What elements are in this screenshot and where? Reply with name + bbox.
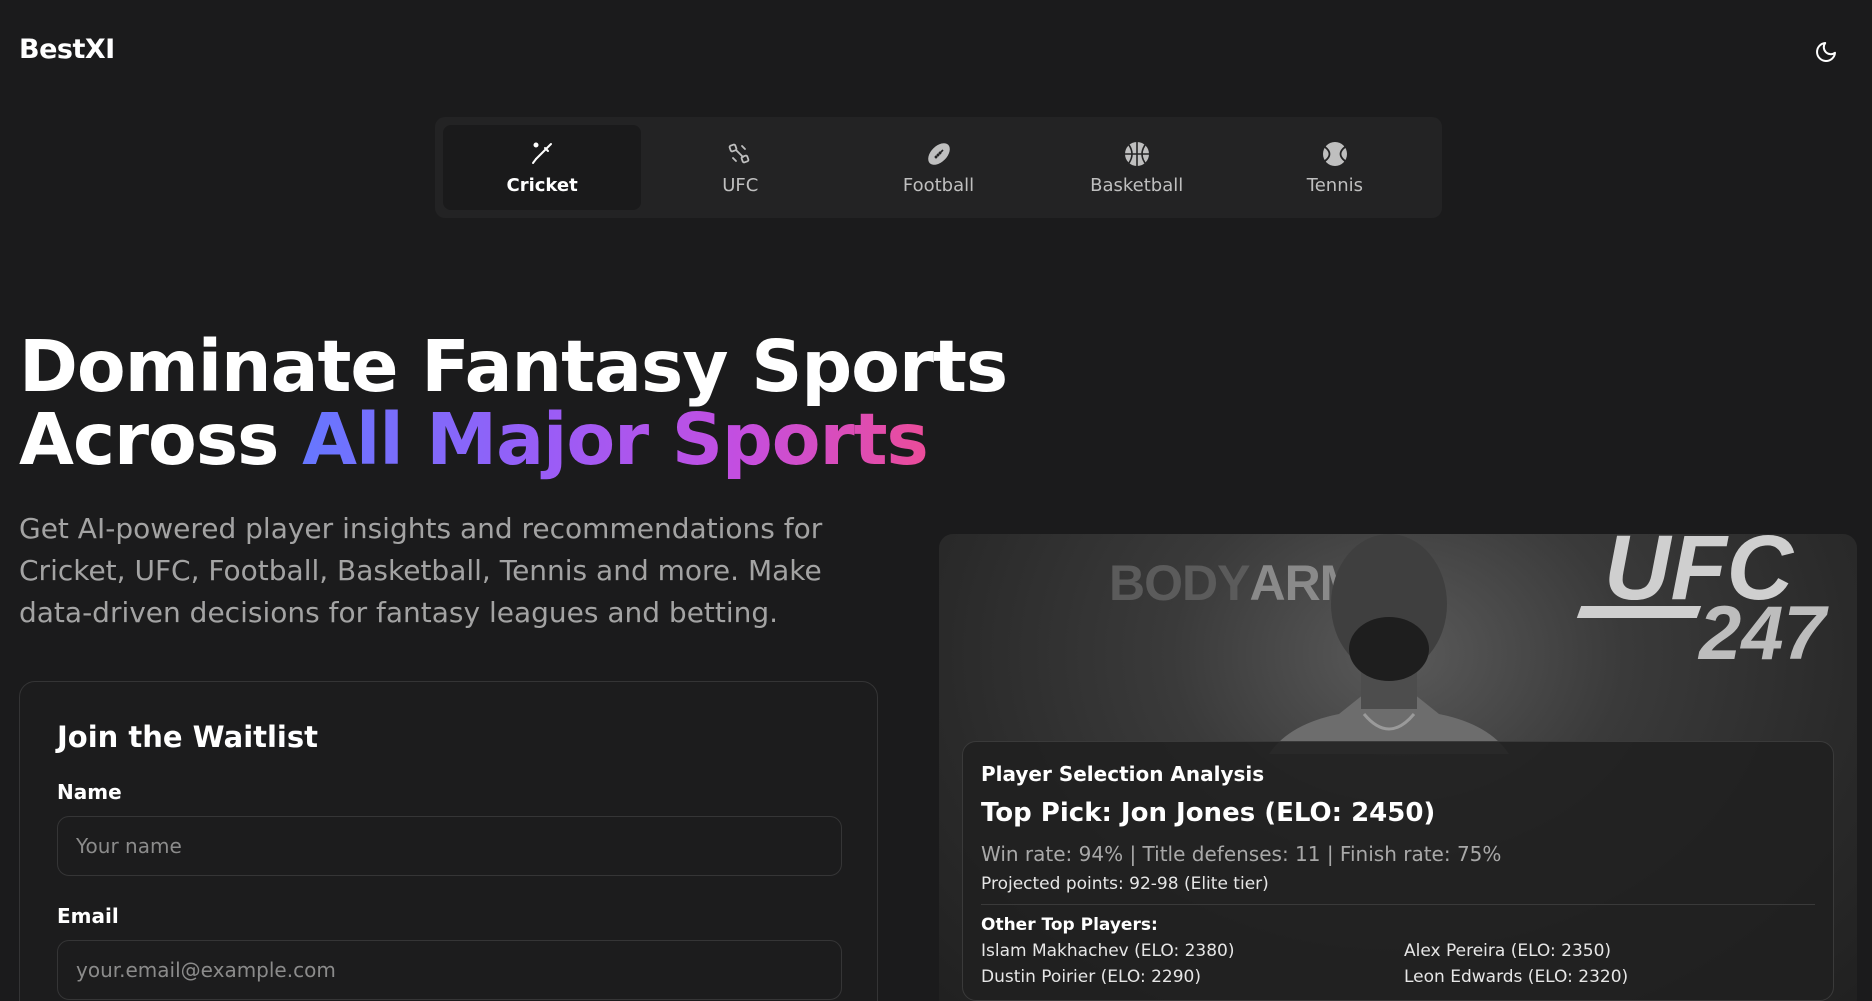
cricket-bat-icon <box>532 142 553 164</box>
moon-icon <box>1816 42 1836 62</box>
tab-basketball-label: Basketball <box>1090 175 1184 196</box>
event-number: 247 <box>1699 591 1826 676</box>
other-players-title: Other Top Players: <box>981 915 1158 935</box>
list-item: Leon Edwards (ELO: 2320) <box>1404 967 1629 987</box>
email-input[interactable] <box>57 940 842 1000</box>
tab-ufc[interactable]: UFC <box>641 125 839 210</box>
top-pick: Top Pick: Jon Jones (ELO: 2450) <box>981 798 1436 828</box>
waitlist-form: Join the Waitlist Name Email <box>19 681 878 1001</box>
hero-title: Dominate Fantasy Sports Across All Major… <box>19 330 1008 476</box>
name-input[interactable] <box>57 816 842 876</box>
hero-title-line1: Dominate Fantasy Sports <box>19 325 1008 408</box>
email-label: Email <box>57 904 119 928</box>
hero-title-line2-gradient: All Major Sports <box>302 398 929 481</box>
tab-tennis[interactable]: Tennis <box>1236 125 1434 210</box>
other-players-list: Islam Makhachev (ELO: 2380) Alex Pereira… <box>981 941 1815 987</box>
dumbbell-icon <box>728 143 750 164</box>
top-pick-stats: Win rate: 94% | Title defenses: 11 | Fin… <box>981 842 1502 866</box>
hero-subtitle: Get AI-powered player insights and recom… <box>19 512 823 629</box>
brand-logo[interactable]: BestXI <box>19 34 115 65</box>
tab-football-label: Football <box>902 175 975 196</box>
theme-toggle-button[interactable] <box>1812 38 1840 66</box>
list-item: Dustin Poirier (ELO: 2290) <box>981 967 1201 987</box>
sport-tabs: Cricket UFC Football Basketball Tennis <box>435 117 1442 218</box>
tab-cricket-label: Cricket <box>506 175 578 196</box>
basketball-icon <box>1124 142 1149 166</box>
waitlist-title: Join the Waitlist <box>57 720 318 754</box>
tab-basketball[interactable]: Basketball <box>1038 125 1236 210</box>
american-football-icon <box>927 143 950 165</box>
fighter-portrait <box>1269 534 1509 754</box>
tab-tennis-label: Tennis <box>1306 175 1364 196</box>
tab-cricket[interactable]: Cricket <box>443 125 642 210</box>
name-label: Name <box>57 780 122 804</box>
projected-points: Projected points: 92-98 (Elite tier) <box>981 874 1815 905</box>
list-item: Islam Makhachev (ELO: 2380) <box>981 941 1235 961</box>
tab-ufc-label: UFC <box>722 175 759 196</box>
list-item: Alex Pereira (ELO: 2350) <box>1404 941 1612 961</box>
tab-football[interactable]: Football <box>839 125 1037 210</box>
analysis-title: Player Selection Analysis <box>981 762 1265 786</box>
tennis-ball-icon <box>1322 142 1347 166</box>
player-analysis-card: Player Selection Analysis Top Pick: Jon … <box>962 741 1834 1001</box>
hero-title-line2-plain: Across <box>19 398 303 481</box>
